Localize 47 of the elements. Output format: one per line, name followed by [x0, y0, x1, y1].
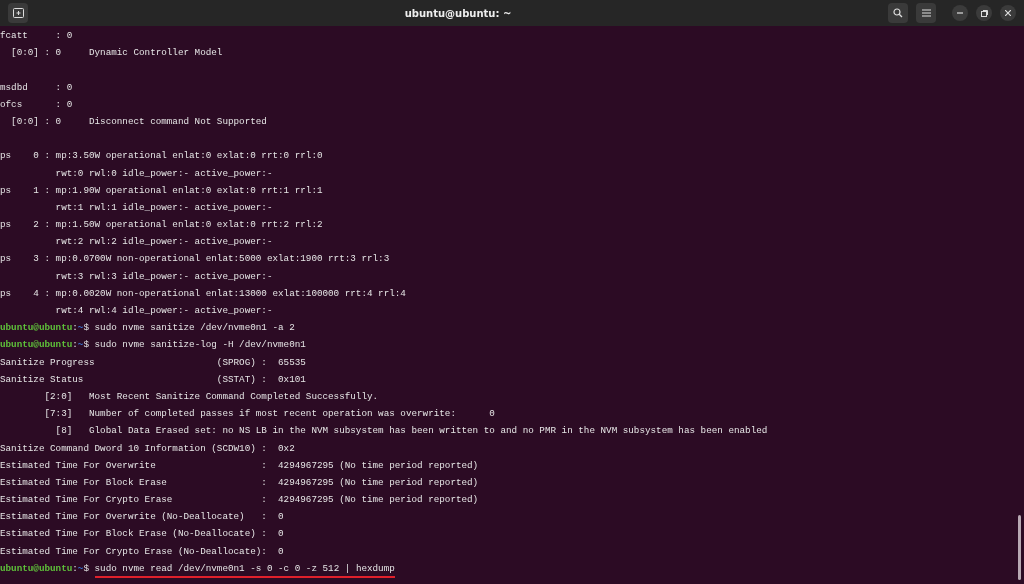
output-line: [0:0] : 0 Disconnect command Not Supported — [10, 115, 267, 127]
command-text: sudo nvme sanitize-log -H /dev/nvme0n1 — [94, 339, 306, 351]
output-line: [0:0] : 0 Dynamic Controller Model — [10, 47, 223, 59]
scrollbar-thumb[interactable] — [1018, 515, 1021, 580]
command-text: sudo nvme read /dev/nvme0n1 -s 0 -c 0 -z 512 | hexdump — [94, 562, 395, 578]
command-text: sudo nvme sanitize /dev/nvme0n1 -a 2 — [94, 322, 295, 334]
minimize-icon — [957, 12, 963, 14]
maximize-button[interactable] — [976, 5, 992, 21]
minimize-button[interactable] — [952, 5, 968, 21]
output-line: Sanitize Status (SSTAT) : 0x101 — [0, 373, 306, 385]
window-title: ubuntu@ubuntu: ~ — [403, 6, 513, 21]
output-line: ps 4 : mp:0.0020W non-operational enlat:13000 exlat:100000 rrt:4 rrl:4 — [0, 287, 406, 299]
new-tab-button[interactable] — [8, 3, 28, 23]
output-line: Estimated Time For Overwrite (No-Deallocate) : 0 — [0, 511, 284, 523]
output-line: fcatt : 0 — [0, 30, 73, 41]
output-line: ps 2 : mp:1.50W operational enlat:0 exlat:0 rrt:2 rrl:2 — [0, 219, 323, 231]
output-line: Sanitize Command Dword 10 Information (SCDW10) : 0x2 — [0, 442, 295, 454]
output-line: rwt:0 rwl:0 idle_power:- active_power:- — [54, 167, 273, 179]
search-button[interactable] — [888, 3, 908, 23]
output-line: rwt:2 rwl:2 idle_power:- active_power:- — [54, 236, 273, 248]
output-line: ps 0 : mp:3.50W operational enlat:0 exlat:0 rrt:0 rrl:0 — [0, 150, 323, 162]
output-line: Estimated Time For Crypto Erase : 4294967295 (No time period reported) — [0, 494, 479, 506]
output-line: ofcs : 0 — [0, 98, 73, 110]
output-line: rwt:1 rwl:1 idle_power:- active_power:- — [54, 201, 273, 213]
output-line: Estimated Time For Block Erase : 4294967295 (No time period reported) — [0, 476, 479, 488]
close-icon — [1005, 10, 1011, 16]
restore-icon — [980, 9, 988, 17]
output-line: ps 3 : mp:0.0700W non-operational enlat:5000 exlat:1900 rrt:3 rrl:3 — [0, 253, 390, 265]
output-line: Estimated Time For Crypto Erase (No-Deallocate): 0 — [0, 545, 284, 557]
menu-icon — [921, 9, 931, 17]
menu-button[interactable] — [916, 3, 936, 23]
close-button[interactable] — [1000, 5, 1016, 21]
output-line: Estimated Time For Overwrite : 4294967295 (No time period reported) — [0, 459, 479, 471]
output-line: Sanitize Progress (SPROG) : 65535 — [0, 356, 306, 368]
output-line: msdbd : 0 — [0, 81, 73, 93]
shell-prompt: ubuntu@ubuntu:~$ — [0, 322, 89, 334]
output-line: rwt:4 rwl:4 idle_power:- active_power:- — [54, 305, 273, 316]
search-icon — [893, 8, 903, 18]
new-tab-icon — [12, 8, 24, 18]
output-line: rwt:3 rwl:3 idle_power:- active_power:- — [54, 270, 273, 282]
output-line: [8] Global Data Erased set: no NS LB in the NVM subsystem has been written to and no PMR in the NVM subsystem has been enabled — [54, 425, 768, 437]
shell-prompt: ubuntu@ubuntu:~$ — [0, 562, 89, 574]
output-line: [2:0] Most Recent Sanitize Command Completed Successfully. — [43, 390, 379, 402]
output-line: [7:3] Number of completed passes if most recent operation was overwrite: 0 — [43, 408, 495, 420]
shell-prompt: ubuntu@ubuntu:~$ — [0, 339, 89, 351]
output-line: ps 1 : mp:1.90W operational enlat:0 exlat:0 rrt:1 rrl:1 — [0, 184, 323, 196]
output-line: Estimated Time For Block Erase (No-Deallocate) : 0 — [0, 528, 284, 540]
